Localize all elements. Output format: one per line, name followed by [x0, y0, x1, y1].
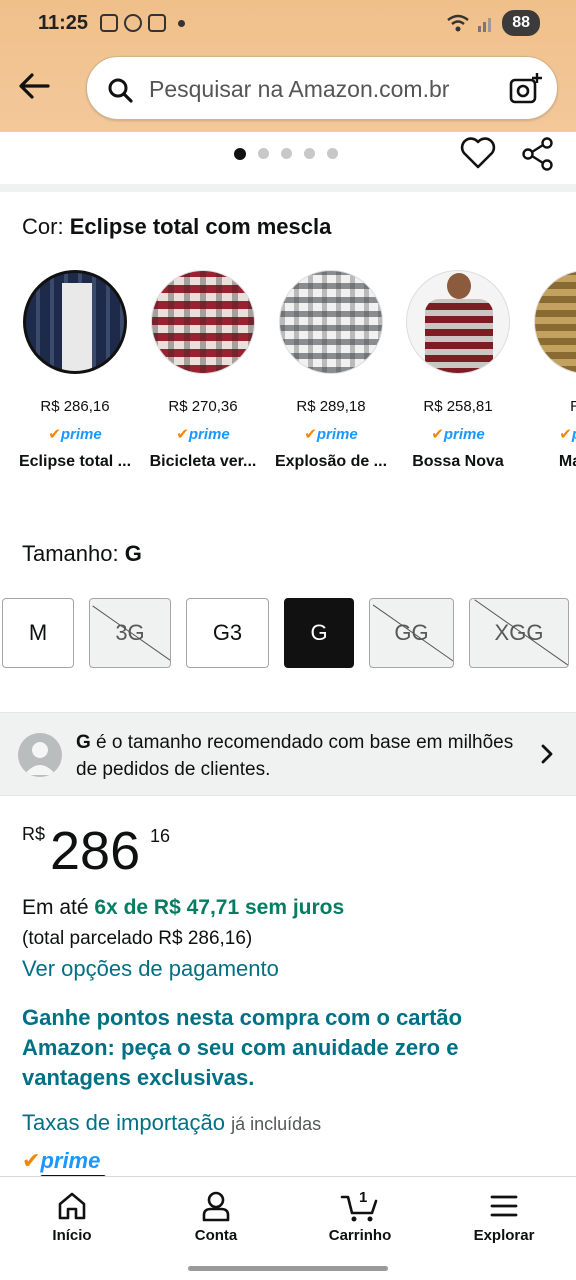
color-swatch-image [406, 270, 510, 374]
variant-price: R$ 286,16 [40, 398, 110, 415]
pager-dot[interactable] [281, 148, 292, 159]
color-swatch[interactable]: R$ 289,18 ✔prime Explosão de ... [267, 270, 395, 471]
prime-logo: ✔prime [22, 1148, 101, 1173]
nav-account[interactable]: Conta [156, 1189, 276, 1244]
home-indicator[interactable] [188, 1266, 388, 1271]
status-time: 11:25 [38, 12, 89, 34]
payment-options-link[interactable]: Ver opções de pagamento [22, 956, 279, 982]
total-installments: (total parcelado R$ 286,16) [22, 928, 253, 949]
price-currency: R$ [22, 824, 46, 844]
size-option-xgg[interactable]: XGG [469, 598, 569, 668]
wifi-icon [447, 14, 469, 32]
variant-price: R$ 2 [570, 398, 576, 415]
size-option-gg[interactable]: GG [369, 598, 454, 668]
screenshot-icon [100, 14, 118, 32]
prime-badge: ✔prime [48, 426, 102, 443]
size-label: Tamanho: G [22, 541, 142, 567]
color-swatch[interactable]: R$ 2 ✔prime Marron [522, 270, 576, 471]
nav-explore[interactable]: Explorar [444, 1189, 564, 1244]
variant-price: R$ 270,36 [168, 398, 238, 415]
back-arrow-icon[interactable] [16, 68, 52, 104]
color-swatch-image [534, 270, 576, 374]
notification-icons [100, 14, 185, 32]
size-option-g[interactable]: G [284, 598, 354, 668]
variant-name: Eclipse total ... [18, 453, 132, 470]
account-icon [202, 1191, 230, 1222]
import-fees: Taxas de importação já incluídas [22, 1110, 321, 1136]
pager-dot[interactable] [234, 148, 246, 160]
cart-count-badge: 1 [359, 1189, 367, 1206]
color-label: Cor: Eclipse total com mescla [22, 214, 331, 240]
more-notifications-icon [178, 20, 185, 27]
app-notification-icon [124, 14, 142, 32]
import-fees-suffix: já incluídas [231, 1114, 322, 1134]
recommendation-text: G é o tamanho recomendado com base em mi… [76, 732, 514, 780]
cart-icon: 1 [340, 1189, 378, 1222]
installments-text: Em até 6x de R$ 47,71 sem juros [22, 896, 345, 919]
pager-dot[interactable] [304, 148, 315, 159]
signal-icon [478, 18, 492, 32]
prime-badge: ✔prime [431, 426, 485, 443]
selected-size: G [124, 541, 142, 566]
variant-price: R$ 258,81 [423, 398, 493, 415]
home-icon [58, 1192, 86, 1220]
nav-account-label: Conta [194, 1227, 238, 1244]
image-pager-dots[interactable] [234, 148, 338, 160]
wishlist-heart-icon[interactable] [460, 136, 496, 170]
amazon-card-promo-link[interactable]: Ganhe pontos nesta compra com o cartão A… [22, 1003, 542, 1093]
color-swatch[interactable]: R$ 286,16 ✔prime Eclipse total ... [11, 270, 139, 471]
price-whole: 286 [50, 821, 141, 881]
user-avatar-icon [18, 733, 62, 777]
nav-cart[interactable]: 1 Carrinho [300, 1189, 420, 1244]
size-option-g3[interactable]: G3 [186, 598, 269, 668]
section-divider [0, 184, 576, 192]
pager-dot[interactable] [258, 148, 269, 159]
color-swatch[interactable]: R$ 258,81 ✔prime Bossa Nova [394, 270, 522, 471]
variant-name: Explosão de ... [274, 453, 388, 470]
prime-badge: ✔prime [304, 426, 358, 443]
color-swatch[interactable]: R$ 270,36 ✔prime Bicicleta ver... [139, 270, 267, 471]
price-cents: 16 [150, 826, 171, 846]
variant-name: Bicicleta ver... [149, 453, 257, 470]
selected-color-name: Eclipse total com mescla [69, 214, 332, 239]
nav-home-label: Início [52, 1227, 92, 1244]
menu-icon [490, 1195, 518, 1217]
size-options: M 3G G3 G GG XGG [0, 598, 576, 670]
variant-name: Bossa Nova [412, 453, 504, 470]
status-bar: 11:25 88 [0, 0, 576, 48]
import-fees-link[interactable]: Taxas de importação [22, 1110, 225, 1135]
bottom-navigation: Início Conta 1 Carrinho Explorar [0, 1176, 576, 1280]
top-bar: 11:25 88 Pesquisar na Amazon.com.br [0, 0, 576, 132]
size-recommendation[interactable]: G é o tamanho recomendado com base em mi… [0, 712, 576, 796]
pager-dot[interactable] [327, 148, 338, 159]
nav-cart-label: Carrinho [328, 1227, 392, 1244]
prime-badge: ✔prime [559, 426, 576, 443]
color-swatch-image [151, 270, 255, 374]
color-swatches: R$ 286,16 ✔prime Eclipse total ... R$ 27… [0, 270, 576, 490]
size-option-3g[interactable]: 3G [89, 598, 171, 668]
nav-explore-label: Explorar [473, 1227, 535, 1244]
variant-name: Marron [558, 453, 576, 470]
color-label-prefix: Cor: [22, 214, 64, 239]
prime-badge: ✔prime [176, 426, 230, 443]
search-input[interactable]: Pesquisar na Amazon.com.br [149, 76, 449, 103]
search-bar[interactable]: Pesquisar na Amazon.com.br [86, 56, 558, 120]
size-option-m[interactable]: M [2, 598, 74, 668]
size-label-prefix: Tamanho: [22, 541, 119, 566]
share-icon[interactable] [520, 136, 556, 172]
variant-price: R$ 289,18 [296, 398, 366, 415]
color-swatch-image [279, 270, 383, 374]
color-swatch-image [23, 270, 127, 374]
chevron-right-icon[interactable] [536, 743, 558, 765]
battery-indicator: 88 [502, 10, 540, 36]
search-icon [108, 78, 133, 103]
camera-search-icon[interactable] [507, 71, 543, 107]
nav-home[interactable]: Início [12, 1189, 132, 1244]
instagram-icon [148, 14, 166, 32]
